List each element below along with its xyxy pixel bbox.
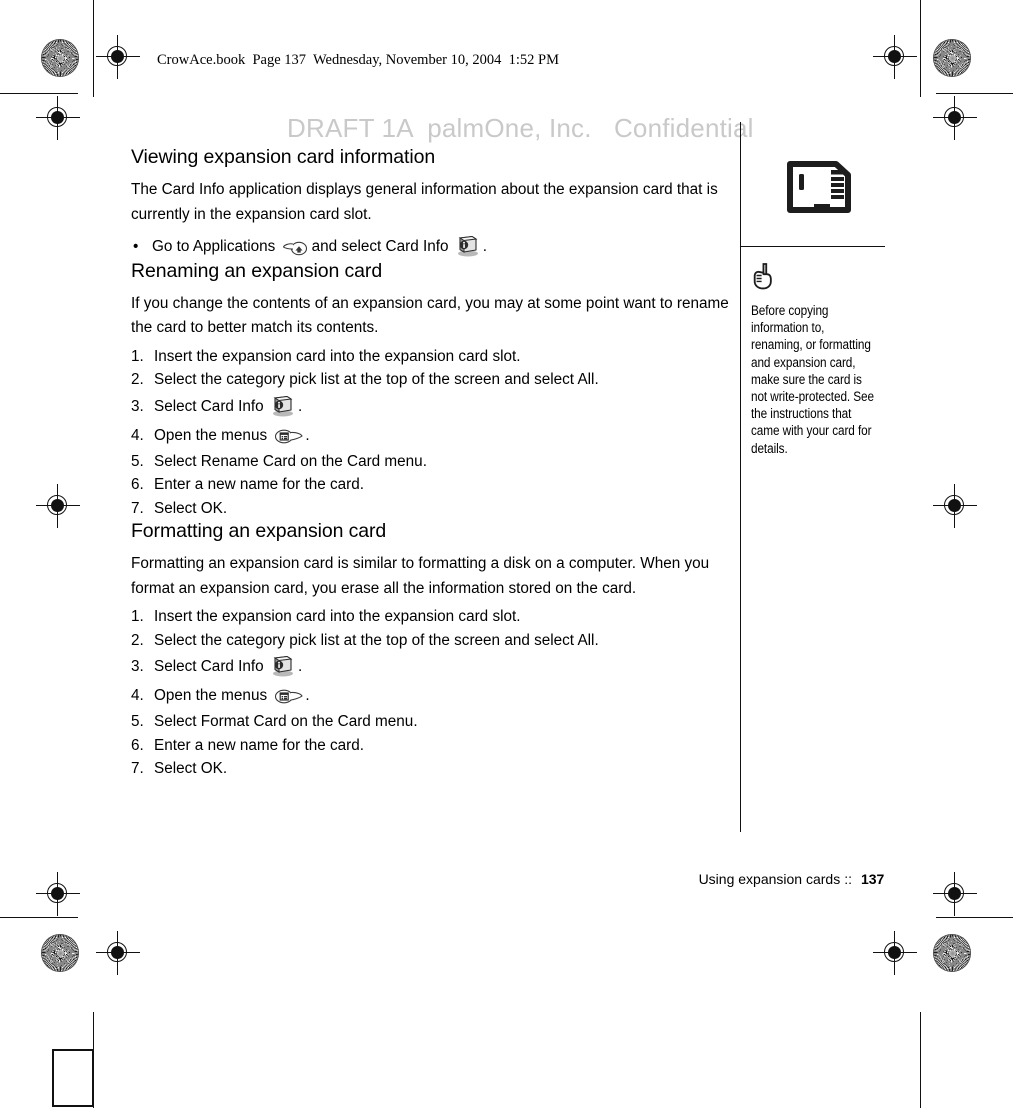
crop-line-top-left-horizontal <box>0 93 78 94</box>
card-info-icon <box>455 235 481 257</box>
list-item: Select the category pick list at the top… <box>131 368 599 391</box>
section-heading-formatting: Formatting an expansion card <box>131 520 387 542</box>
pointing-hand-icon <box>751 262 775 295</box>
footer-chapter: Using expansion cards <box>698 871 841 887</box>
step-list-formatting: Insert the expansion card into the expan… <box>131 605 731 781</box>
list-item: Insert the expansion card into the expan… <box>131 345 521 368</box>
list-item: Select Rename Card on the Card menu. <box>131 450 427 473</box>
menus-icon <box>273 426 303 444</box>
sidebar: Before copying information to, renaming,… <box>740 122 900 832</box>
list-item: Enter a new name for the card. <box>131 734 365 757</box>
step-text-post: . <box>305 426 310 444</box>
registration-target-lower-right <box>933 872 977 916</box>
starburst-mark-bottom-left <box>41 934 79 972</box>
paragraph: Formatting an expansion card is similar … <box>131 555 710 597</box>
list-item: Select the category pick list at the top… <box>131 629 599 652</box>
registration-target-middle-left <box>36 484 80 528</box>
card-info-icon <box>270 395 296 417</box>
crop-line-top-left-vertical <box>93 0 94 97</box>
footer-page-number: 137 <box>860 871 885 887</box>
paragraph: The Card Info application displays gener… <box>131 181 718 223</box>
list-item: Enter a new name for the card. <box>131 473 365 496</box>
step-text-post: . <box>297 658 303 675</box>
crop-line-bottom-left-horizontal <box>0 917 78 918</box>
crop-line-bottom-right-vertical <box>920 1012 921 1108</box>
list-item: Go to Applications and select Card Info <box>131 235 731 260</box>
document-page: CrowAce.book Page 137 Wednesday, Novembe… <box>0 0 1013 1108</box>
sd-card-icon <box>786 160 852 219</box>
list-item: Insert the expansion card into the expan… <box>131 605 521 628</box>
list-item: Select Format Card on the Card menu. <box>131 710 418 733</box>
registration-target-top-left <box>96 35 140 79</box>
bullet-text-pre: Go to Applications <box>152 238 276 255</box>
list-item: Select OK. <box>131 757 228 780</box>
step-text-pre: Open the menus <box>154 426 268 444</box>
card-info-icon <box>270 655 296 677</box>
sidebar-rule <box>740 246 885 247</box>
list-item: Open the menus . <box>131 681 731 710</box>
list-item: Select Card Info . <box>131 392 731 421</box>
footer-separator: :: <box>844 871 852 887</box>
section-heading-renaming: Renaming an expansion card <box>131 259 383 282</box>
registration-target-lower-left <box>36 872 80 916</box>
crop-line-bottom-right-horizontal <box>936 917 1013 918</box>
color-swatch-box <box>52 1049 94 1107</box>
registration-target-middle-right <box>933 484 977 528</box>
list-item: Select Card Info . <box>131 652 731 681</box>
starburst-mark-top-left <box>41 39 79 77</box>
registration-target-bottom-left <box>96 931 140 975</box>
sidebar-tip-text: Before copying information to, renaming,… <box>751 303 874 456</box>
menus-icon <box>273 686 303 704</box>
main-content: Viewing expansion card information The C… <box>131 146 731 781</box>
list-item: Open the menus . <box>131 421 731 450</box>
draft-watermark: DRAFT 1A palmOne, Inc. Confidential <box>287 113 754 143</box>
registration-target-upper-right <box>933 96 977 140</box>
starburst-mark-bottom-right <box>933 934 971 972</box>
crop-line-top-right-horizontal <box>936 93 1013 94</box>
paragraph: If you change the contents of an expansi… <box>131 294 729 337</box>
applications-icon <box>282 238 310 256</box>
page-title: Viewing expansion card information <box>131 146 436 168</box>
step-text-pre: Select Card Info <box>154 397 264 415</box>
step-text-pre: Select Card Info <box>154 658 264 675</box>
list-item: Select OK. <box>131 497 228 520</box>
step-text-pre: Open the menus <box>154 687 268 704</box>
file-header-line: CrowAce.book Page 137 Wednesday, Novembe… <box>157 52 559 68</box>
starburst-mark-top-right <box>933 39 971 77</box>
bullet-list: Go to Applications and select Card Info <box>131 235 731 260</box>
registration-target-top-right <box>873 35 917 79</box>
registration-target-bottom-right <box>873 931 917 975</box>
bullet-text-post: . <box>482 238 487 255</box>
step-text-post: . <box>297 397 303 415</box>
step-list-renaming: Insert the expansion card into the expan… <box>131 345 731 521</box>
step-text-post: . <box>305 687 310 704</box>
footer: Using expansion cards:: 137 <box>683 855 885 903</box>
bullet-text-mid: and select Card Info <box>311 238 449 255</box>
registration-target-upper-left <box>36 96 80 140</box>
sidebar-divider <box>740 122 741 832</box>
crop-line-top-right-vertical <box>920 0 921 97</box>
